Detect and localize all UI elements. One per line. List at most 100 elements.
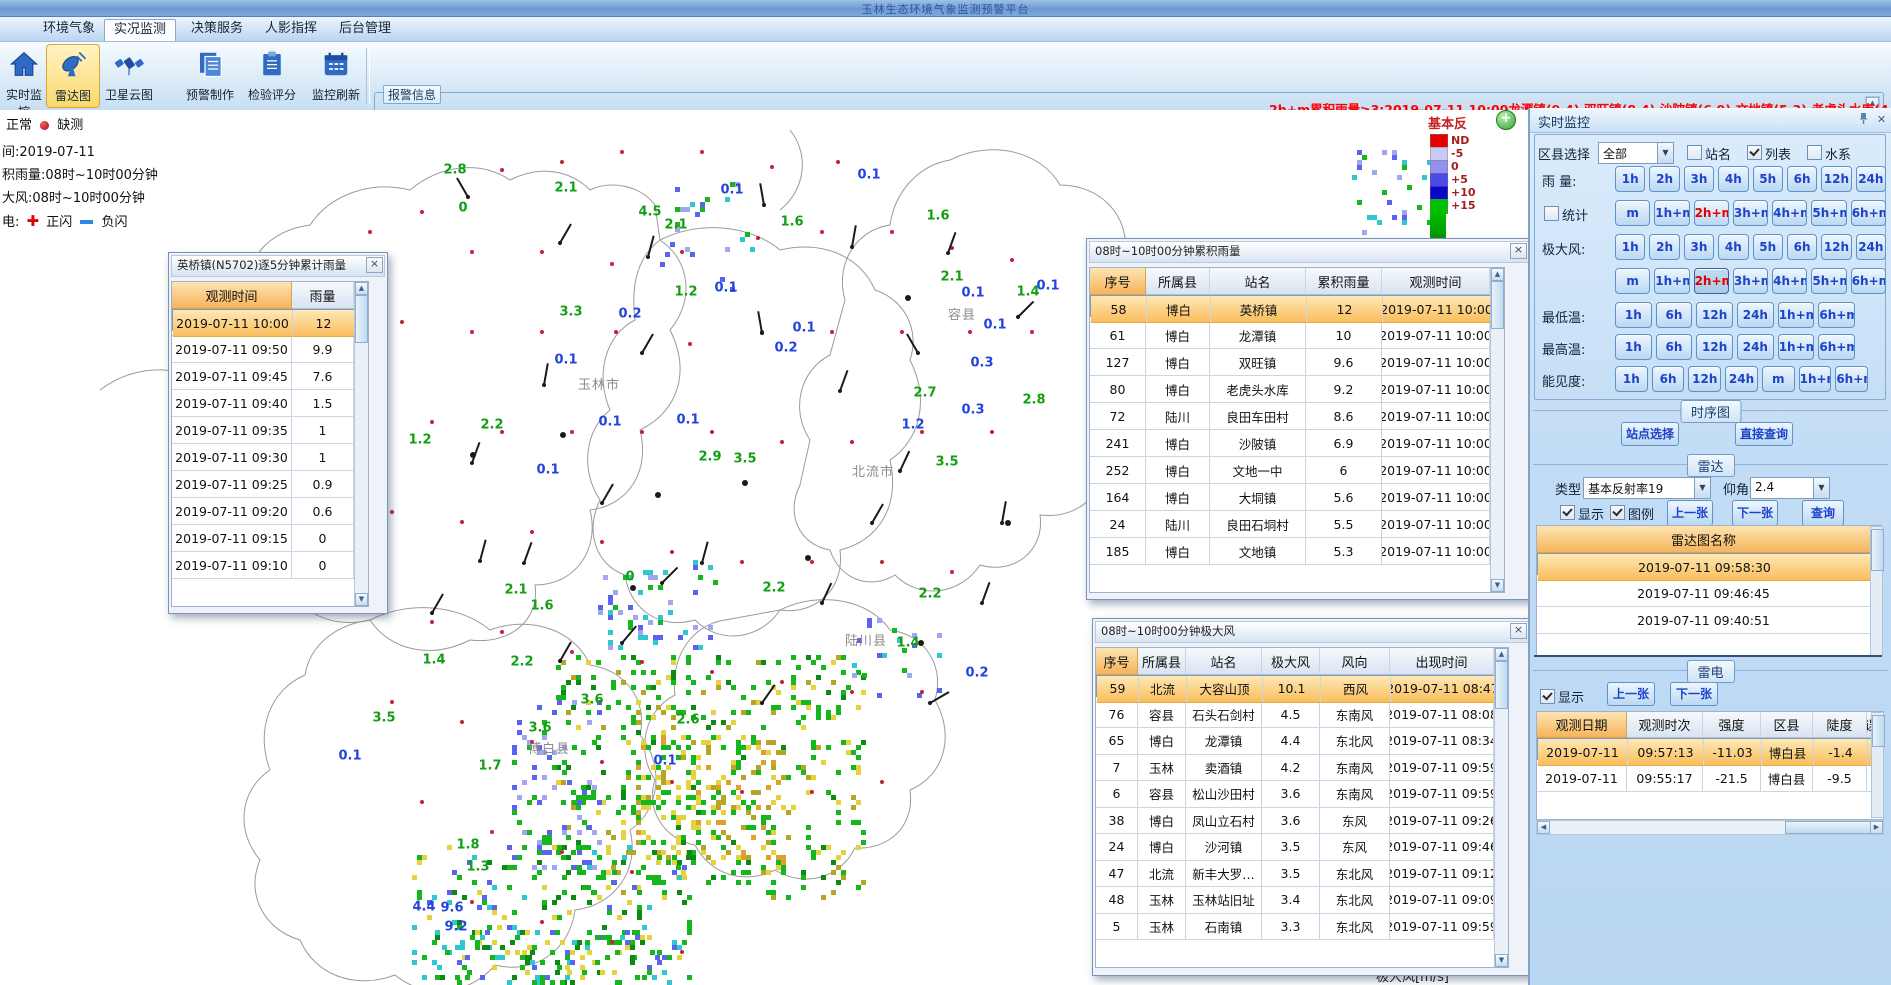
radar-list-item[interactable]: 2019-07-11 09:46:45 [1537, 580, 1881, 607]
period-button[interactable]: 2h [1649, 234, 1679, 260]
table-row[interactable]: 185博白文地镇5.32019-07-11 10:00 [1090, 538, 1504, 565]
table-row[interactable]: 24博白沙河镇3.5东风2019-07-11 09:46 [1096, 834, 1508, 861]
table-row[interactable]: 72陆川良田车田村8.62019-07-11 10:00 [1090, 403, 1504, 430]
direct-query-button[interactable]: 直接查询 [1735, 422, 1793, 446]
table-row[interactable]: 2019-07-11 09:401.5 [172, 390, 368, 417]
column-header-5[interactable]: 观测时间 [1382, 268, 1490, 295]
radar-list-header-cell[interactable]: 雷达图名称 [1537, 526, 1871, 553]
period-button[interactable]: 1h [1615, 234, 1645, 260]
period-button[interactable]: 24h [1737, 302, 1774, 328]
period-button[interactable]: 6h+m [1818, 302, 1855, 328]
lightning-column-header[interactable]: 观测时次 [1627, 712, 1703, 738]
period-button[interactable]: 1h+m [1799, 366, 1832, 392]
table-row[interactable]: 48玉林玉林站旧址3.4东北风2019-07-11 09:09 [1096, 887, 1508, 914]
legend-checkbox[interactable] [1610, 505, 1625, 520]
scroll-up-icon[interactable]: ▲ [1491, 268, 1504, 281]
pin-icon[interactable] [1856, 112, 1871, 127]
prev-image-button[interactable]: 上一张 [1667, 500, 1713, 526]
filter-checkbox-站名[interactable] [1687, 145, 1702, 160]
radar-list-item[interactable]: 2019-07-11 09:40:51 [1537, 607, 1881, 634]
table-row[interactable]: 80博白老虎头水库9.22019-07-11 10:00 [1090, 376, 1504, 403]
table-row[interactable]: 252博白文地一中62019-07-11 10:00 [1090, 457, 1504, 484]
radar-type-select[interactable]: 基本反射率19▼ [1583, 477, 1711, 499]
period-button[interactable]: 6h [1656, 302, 1693, 328]
period-button[interactable]: 6h [1787, 166, 1817, 192]
scroll-up-icon[interactable]: ▲ [1495, 648, 1508, 661]
scrollbar-thumb[interactable] [1785, 821, 1871, 834]
lightning-column-header[interactable]: 强度 [1703, 712, 1761, 738]
scrollbar-thumb[interactable] [1495, 661, 1508, 709]
close-icon[interactable]: × [366, 257, 383, 273]
period-button[interactable]: 12h [1696, 302, 1733, 328]
table-row[interactable]: 2019-07-11 09:301 [172, 444, 368, 471]
period-button[interactable]: 24h [1856, 166, 1886, 192]
period-button[interactable]: 12h [1821, 234, 1851, 260]
table-row[interactable]: 7玉林卖酒镇4.2东南风2019-07-11 09:59 [1096, 755, 1508, 782]
column-header-6[interactable]: 出现时间 [1390, 648, 1494, 675]
scrollbar-thumb[interactable] [355, 295, 368, 343]
period-button[interactable]: 4h+m [1772, 268, 1807, 294]
table-row[interactable]: 24陆川良田石垌村5.52019-07-11 10:00 [1090, 511, 1504, 538]
table-row[interactable]: 6容县松山沙田村3.6东南风2019-07-11 09:59 [1096, 781, 1508, 808]
station-select-button[interactable]: 站点选择 [1621, 422, 1679, 446]
column-header-2[interactable]: 雨量 [292, 282, 354, 309]
period-button[interactable]: 5h+m [1811, 268, 1846, 294]
lightning-prev-button[interactable]: 上一张 [1607, 682, 1655, 706]
column-header-1[interactable]: 序号 [1090, 268, 1146, 295]
scrollbar-thumb[interactable] [1491, 281, 1504, 329]
period-button[interactable]: 1h [1615, 366, 1648, 392]
period-button[interactable]: m [1615, 268, 1650, 294]
column-header-4[interactable]: 累积雨量 [1306, 268, 1382, 295]
period-button[interactable]: 2h+m [1694, 200, 1729, 226]
scroll-down-icon[interactable]: ▼ [1491, 579, 1504, 592]
period-button[interactable]: 6h+m [1851, 200, 1886, 226]
show-checkbox[interactable] [1560, 505, 1575, 520]
period-button[interactable]: 6h+m [1851, 268, 1886, 294]
query-button[interactable]: 查询 [1802, 500, 1844, 526]
lightning-next-button[interactable]: 下一张 [1670, 682, 1718, 706]
panel-titlebar[interactable]: 08时~10时00分钟极大风 [1095, 621, 1529, 643]
panel-titlebar[interactable]: 08时~10时00分钟累积雨量 [1089, 241, 1529, 263]
stat-checkbox[interactable] [1544, 206, 1559, 221]
column-header-2[interactable]: 所属县 [1138, 648, 1186, 675]
column-header-3[interactable]: 站名 [1186, 648, 1262, 675]
radar-list-item[interactable]: 2019-07-11 09:58:30 [1537, 553, 1873, 575]
column-header-2[interactable]: 所属县 [1146, 268, 1210, 295]
period-button[interactable]: 1h+m [1778, 302, 1815, 328]
table-row[interactable]: 241博白沙陂镇6.92019-07-11 10:00 [1090, 430, 1504, 457]
column-header-1[interactable]: 观测时间 [172, 282, 292, 309]
table-row[interactable]: 2019-07-11 09:100 [172, 552, 368, 579]
period-button[interactable]: 3h [1684, 234, 1714, 260]
panel-scrollbar[interactable]: ▲▼ [354, 282, 368, 606]
period-button[interactable]: 3h+m [1733, 268, 1768, 294]
legend-add-button[interactable]: + [1496, 110, 1516, 130]
period-button[interactable]: m [1762, 366, 1795, 392]
table-row[interactable]: 58博白英桥镇122019-07-11 10:00 [1090, 295, 1492, 317]
period-button[interactable]: 4h [1718, 166, 1748, 192]
period-button[interactable]: 24h [1725, 366, 1758, 392]
table-row[interactable]: 76容县石头石剑村4.5东南风2019-07-11 08:08 [1096, 702, 1508, 729]
scroll-down-icon[interactable]: ▼ [1495, 954, 1508, 967]
panel-titlebar[interactable]: 英桥镇(N5702)逐5分钟累计雨量 [171, 255, 385, 277]
period-button[interactable]: 5h [1753, 234, 1783, 260]
scroll-right-icon[interactable]: ▶ [1870, 821, 1883, 834]
period-button[interactable]: 1h [1615, 334, 1652, 360]
table-row[interactable]: 59北流大容山顶10.1西风2019-07-11 08:47 [1096, 675, 1496, 697]
filter-checkbox-水系[interactable] [1807, 145, 1822, 160]
column-header-5[interactable]: 风向 [1320, 648, 1390, 675]
period-button[interactable]: 4h [1718, 234, 1748, 260]
table-row[interactable]: 127博白双旺镇9.62019-07-11 10:00 [1090, 349, 1504, 376]
period-button[interactable]: 6h+m [1835, 366, 1868, 392]
scrollbar-thumb[interactable] [1871, 529, 1884, 571]
table-row[interactable]: 61博白龙潭镇102019-07-11 10:00 [1090, 322, 1504, 349]
lightning-column-header[interactable]: 区县 [1761, 712, 1813, 738]
column-header-3[interactable]: 站名 [1210, 268, 1306, 295]
period-button[interactable]: 12h [1821, 166, 1851, 192]
period-button[interactable]: 1h [1615, 166, 1645, 192]
period-button[interactable]: 12h [1696, 334, 1733, 360]
period-button[interactable]: 24h [1737, 334, 1774, 360]
close-icon[interactable]: ✕ [1874, 112, 1889, 127]
scroll-left-icon[interactable]: ◀ [1537, 821, 1550, 834]
period-button[interactable]: 2h+m [1694, 268, 1729, 294]
table-row[interactable]: 47北流新丰大罗…3.5东北风2019-07-11 09:12 [1096, 861, 1508, 888]
